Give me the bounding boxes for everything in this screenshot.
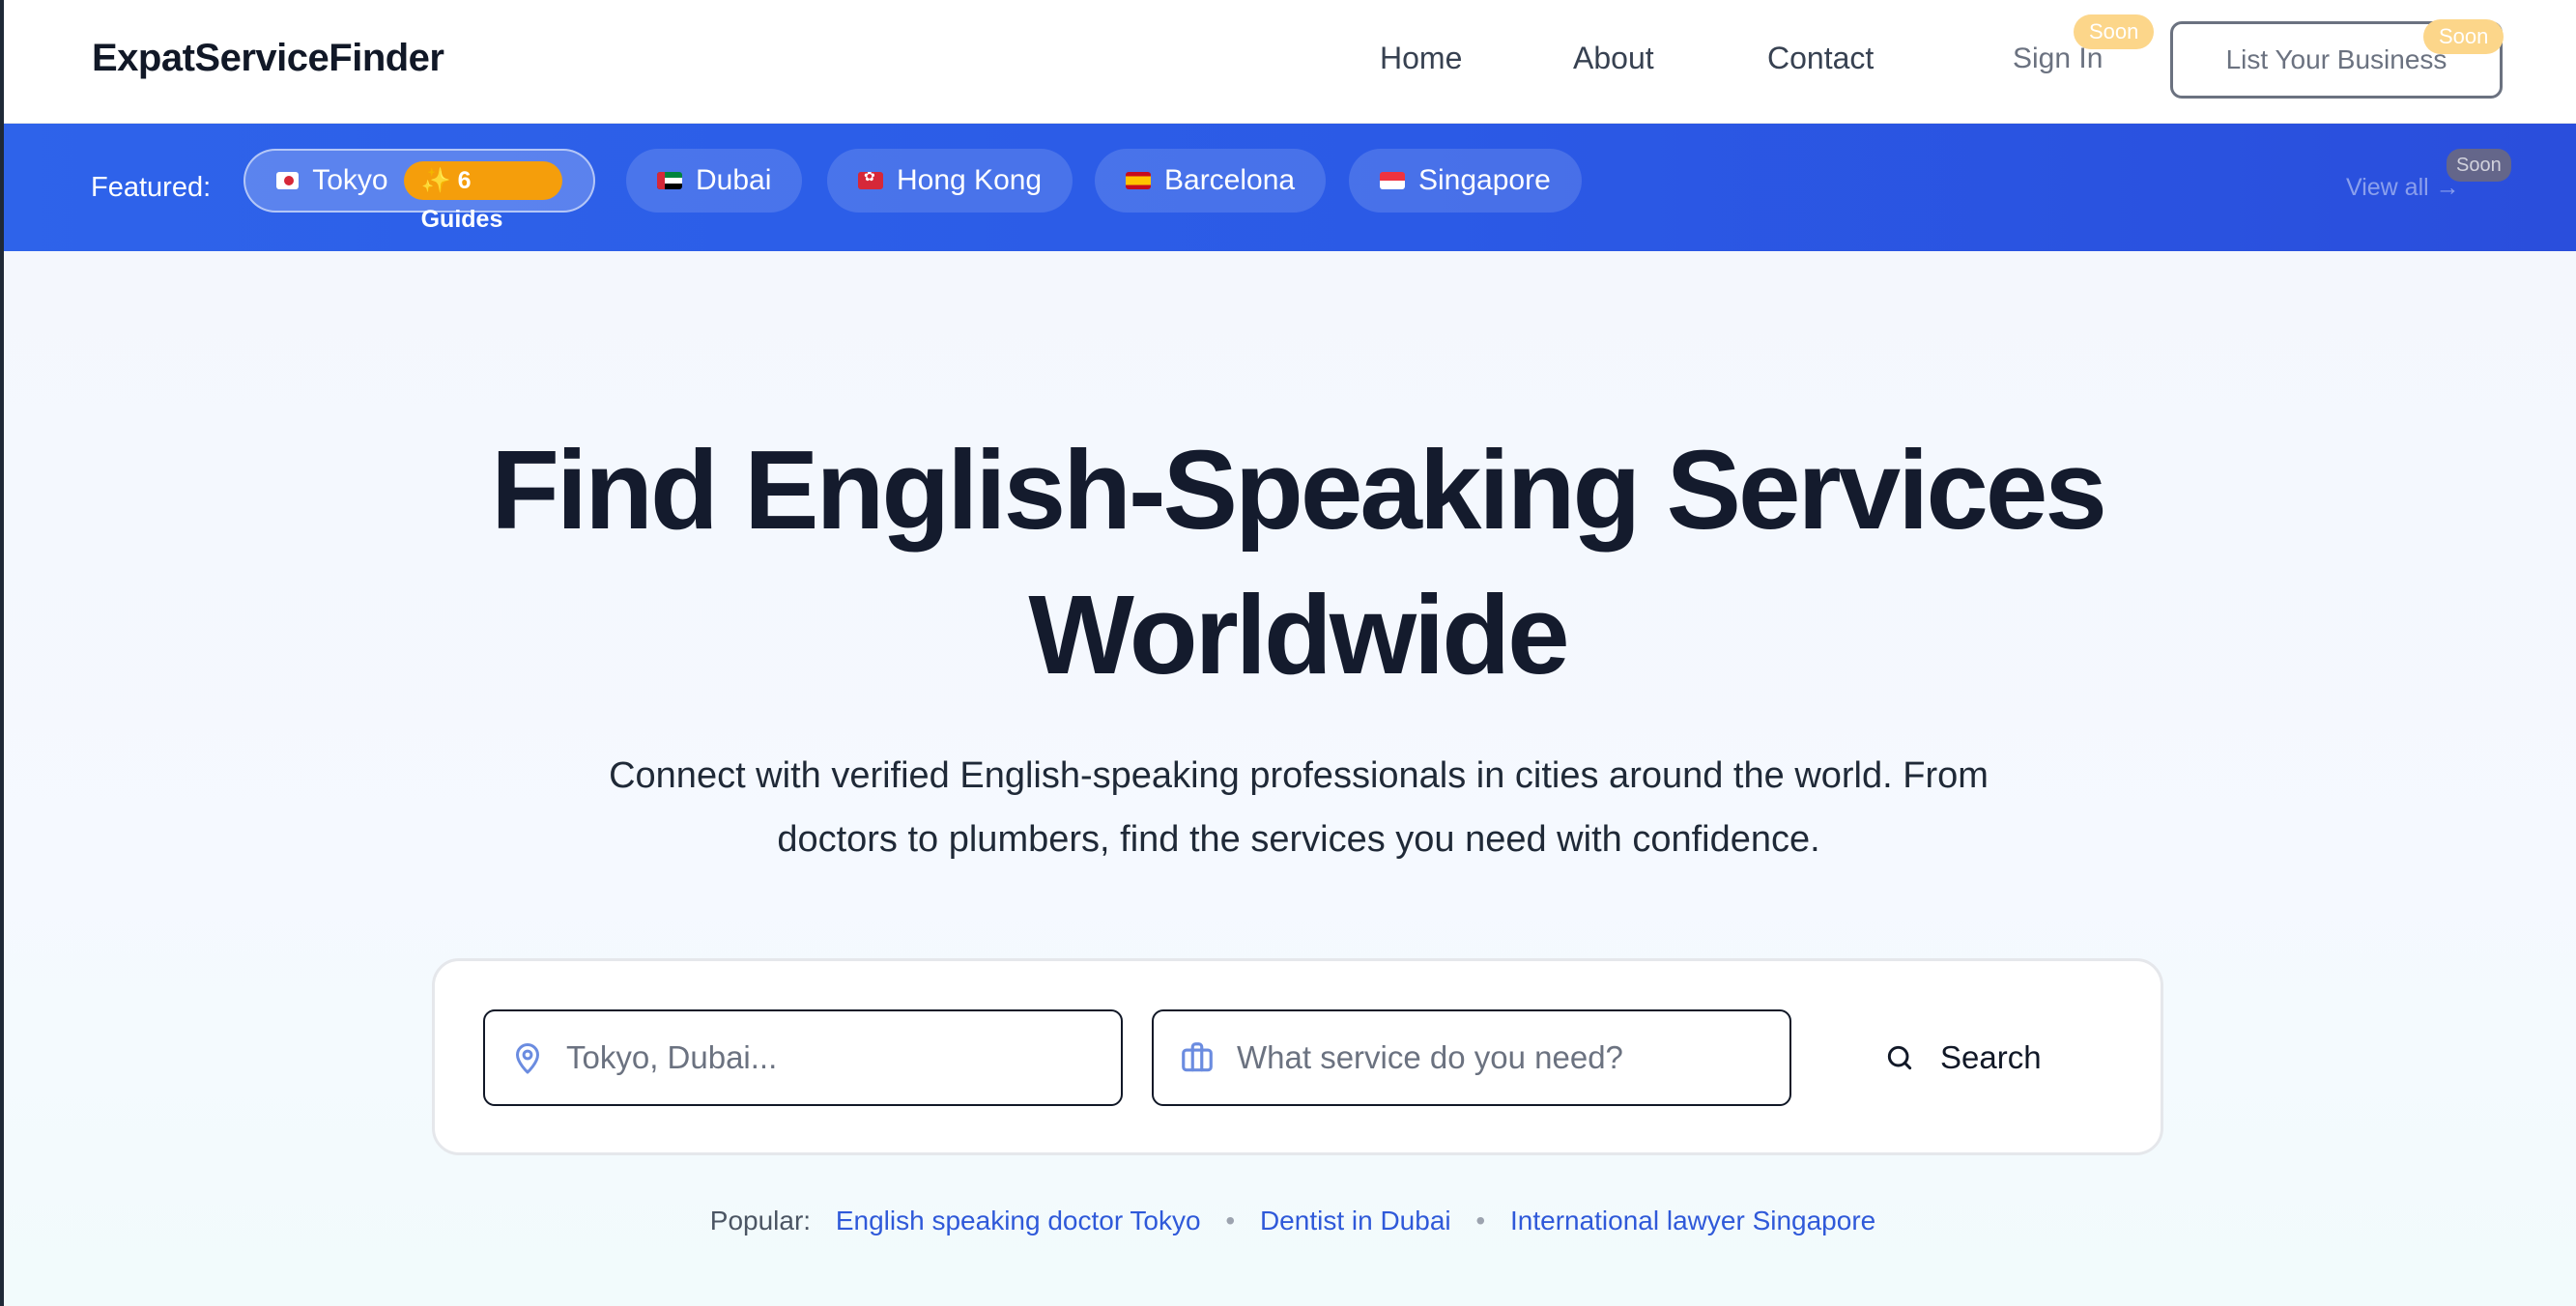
map-pin-icon (516, 1043, 539, 1074)
site-header: ExpatServiceFinder Home About Contact Si… (0, 0, 2576, 124)
separator-dot: • (1225, 1206, 1236, 1235)
featured-label: Featured: (91, 172, 212, 203)
window-left-edge (0, 0, 4, 1306)
location-field[interactable] (483, 1009, 1123, 1106)
popular-link[interactable]: Dentist in Dubai (1260, 1206, 1451, 1235)
sign-in-soon-badge: Soon (2074, 14, 2155, 49)
service-input[interactable] (1237, 1039, 1778, 1076)
featured-chip-singapore[interactable]: Singapore (1349, 149, 1582, 213)
search-icon (1887, 1045, 1912, 1070)
list-business-soon-badge: Soon (2423, 19, 2504, 54)
search-button[interactable]: Search (1884, 1009, 2097, 1106)
search-button-label: Search (1940, 1039, 2042, 1075)
nav-about-link[interactable]: About (1573, 41, 1654, 76)
singapore-flag-icon (1380, 172, 1405, 189)
hero-subtitle: Connect with verified English-speaking p… (545, 744, 2052, 871)
spain-flag-icon (1126, 172, 1151, 189)
japan-flag-icon (276, 172, 300, 189)
popular-searches: Popular: English speaking doctor Tokyo •… (4, 1206, 2576, 1236)
guides-count-badge: ✨ 6 Guides (403, 161, 562, 233)
popular-link[interactable]: English speaking doctor Tokyo (836, 1206, 1201, 1235)
hero-title: Find English-Speaking Services Worldwide (4, 417, 2576, 707)
view-all-soon-badge: Soon (2447, 149, 2511, 182)
uae-flag-icon (657, 172, 682, 189)
chip-label: Singapore (1418, 164, 1551, 196)
hero-title-line-2: Worldwide (1028, 572, 1569, 697)
hero-title-line-1: Find English-Speaking Services (491, 427, 2107, 553)
chip-label: Tokyo (312, 164, 388, 196)
view-all-link[interactable]: View all → (2346, 174, 2460, 202)
nav-home-link[interactable]: Home (1380, 41, 1462, 76)
hero-subtitle-line-1: Connect with verified English-speaking p… (609, 755, 1989, 796)
hero-section: Find English-Speaking Services Worldwide… (4, 251, 2576, 1306)
featured-cities-bar: Featured: Tokyo ✨ 6 Guides Dubai Hong Ko… (0, 124, 2576, 251)
popular-link[interactable]: International lawyer Singapore (1510, 1206, 1875, 1235)
chip-label: Barcelona (1164, 164, 1296, 196)
separator-dot: • (1475, 1206, 1486, 1235)
service-field[interactable] (1152, 1009, 1791, 1106)
chip-label: Hong Kong (897, 164, 1043, 196)
featured-chip-barcelona[interactable]: Barcelona (1095, 149, 1327, 213)
featured-chip-tokyo[interactable]: Tokyo ✨ 6 Guides (243, 149, 595, 233)
briefcase-icon (1182, 1042, 1213, 1072)
featured-chip-hong-kong[interactable]: Hong Kong (827, 149, 1073, 213)
featured-chip-dubai[interactable]: Dubai (626, 149, 803, 213)
hero-subtitle-line-2: doctors to plumbers, find the services y… (777, 819, 1820, 860)
view-all-label: View all (2346, 174, 2429, 201)
site-logo[interactable]: ExpatServiceFinder (92, 37, 444, 80)
popular-label: Popular: (709, 1206, 812, 1235)
location-input[interactable] (566, 1039, 1107, 1076)
search-card: Search (432, 958, 2163, 1155)
chip-label: Dubai (696, 164, 772, 196)
nav-contact-link[interactable]: Contact (1767, 41, 1874, 76)
hong-kong-flag-icon (858, 172, 883, 189)
